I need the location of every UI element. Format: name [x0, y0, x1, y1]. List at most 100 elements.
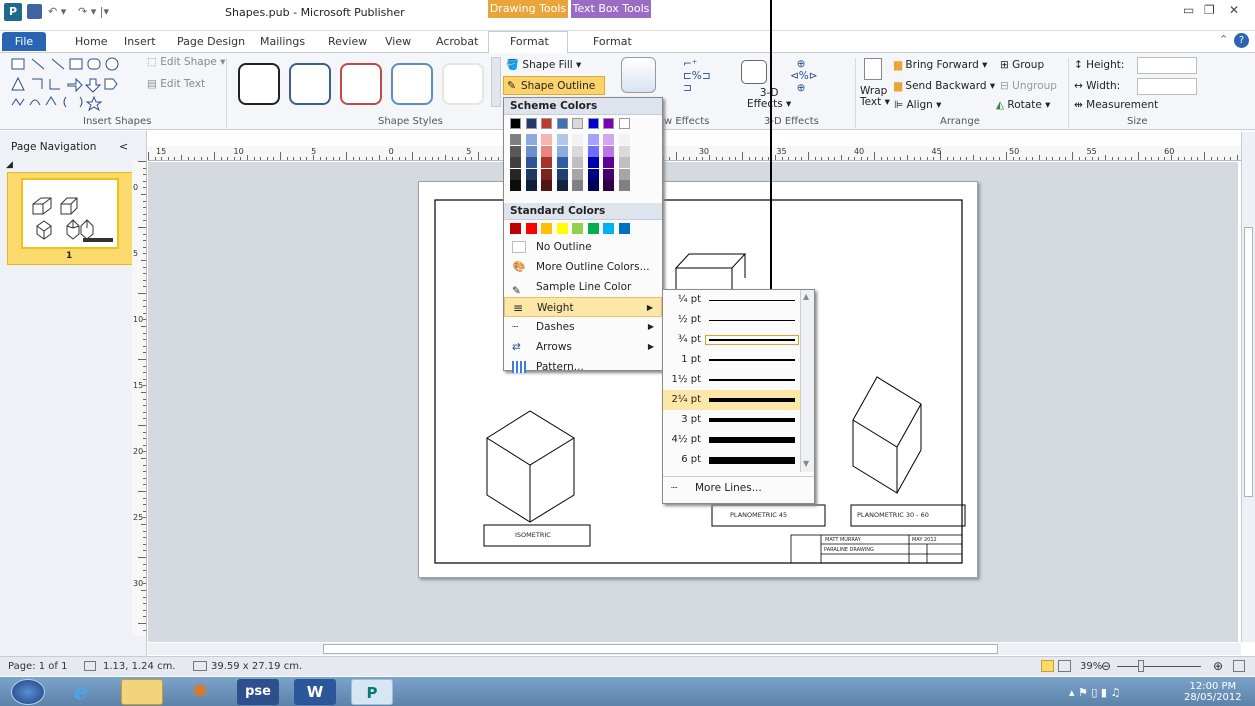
scroll-down-icon[interactable]: ▼ [803, 459, 809, 468]
weight-option[interactable]: 1 pt [663, 350, 800, 370]
dashes-icon: ┈ [512, 321, 519, 333]
media-player-icon[interactable]: ◉ [179, 679, 221, 705]
weight-option[interactable]: 2¼ pt [663, 390, 800, 410]
scheme-color-shade[interactable] [572, 168, 583, 180]
weight-option[interactable]: ¼ pt [663, 290, 800, 310]
scheme-color-shade[interactable] [541, 180, 552, 191]
scheme-color-shade[interactable] [587, 168, 599, 180]
status-bar: Page: 1 of 1 1.13, 1.24 cm. 39.59 x 27.1… [0, 656, 1255, 676]
pattern-item[interactable]: Pattern... [504, 357, 662, 377]
scheme-color-shade[interactable] [603, 157, 614, 168]
weight-option[interactable]: 6 pt [663, 450, 800, 470]
scheme-color-swatch[interactable] [510, 118, 521, 129]
scheme-color-shade[interactable] [572, 180, 583, 191]
vertical-scroll-thumb[interactable] [1244, 227, 1253, 497]
scheme-color-shade[interactable] [525, 180, 537, 191]
scheme-color-swatch[interactable] [556, 118, 568, 129]
scheme-color-shade[interactable] [618, 168, 630, 180]
sample-line-color-item[interactable]: ✎ Sample Line Color [504, 277, 662, 297]
scheme-color-shade[interactable] [603, 180, 614, 191]
scheme-color-shade[interactable] [510, 145, 521, 157]
scroll-up-icon[interactable]: ▲ [803, 292, 809, 301]
scheme-color-shade[interactable] [572, 145, 583, 157]
scheme-color-shade[interactable] [541, 168, 552, 180]
scheme-color-swatch[interactable] [618, 118, 630, 129]
scheme-color-shade[interactable] [556, 134, 568, 145]
scheme-color-shade[interactable] [587, 134, 599, 145]
standard-color-swatch[interactable] [618, 223, 630, 234]
standard-color-swatch[interactable] [572, 223, 583, 234]
scheme-color-swatch[interactable] [541, 118, 552, 129]
no-outline-item[interactable]: No Outline [504, 237, 662, 257]
dashes-item[interactable]: ┈ Dashes ▶ [504, 317, 662, 337]
scheme-color-shade[interactable] [510, 157, 521, 168]
standard-color-swatch[interactable] [541, 223, 552, 234]
zoom-slider-thumb[interactable] [1138, 660, 1144, 672]
scheme-color-shade[interactable] [525, 145, 537, 157]
standard-color-swatch[interactable] [587, 223, 599, 234]
standard-color-swatch[interactable] [556, 223, 568, 234]
zoom-slider[interactable] [1117, 666, 1201, 667]
scheme-color-shade[interactable] [556, 145, 568, 157]
standard-color-swatch[interactable] [525, 223, 537, 234]
scheme-color-shade[interactable] [618, 180, 630, 191]
scheme-color-shade[interactable] [572, 157, 583, 168]
scheme-color-shade[interactable] [603, 145, 614, 157]
weight-option[interactable]: 4½ pt [663, 430, 800, 450]
weight-option[interactable]: ½ pt [663, 310, 800, 330]
tray-icons[interactable]: ▴ ⚑ ▯ ▮ ♫ [1069, 686, 1120, 699]
scheme-color-shade[interactable] [525, 157, 537, 168]
scheme-color-shade[interactable] [587, 180, 599, 191]
scheme-color-swatch[interactable] [603, 118, 614, 129]
scheme-color-shade[interactable] [510, 168, 521, 180]
scheme-color-swatch[interactable] [587, 118, 599, 129]
file-explorer-icon[interactable] [121, 679, 163, 705]
internet-explorer-icon[interactable]: e [60, 679, 102, 705]
weight-option[interactable]: 3 pt [663, 410, 800, 430]
word-icon[interactable]: W [294, 679, 336, 705]
fit-page-icon[interactable] [1233, 660, 1245, 672]
scheme-color-shade[interactable] [541, 157, 552, 168]
standard-color-swatch[interactable] [510, 223, 521, 234]
scheme-color-shade[interactable] [541, 134, 552, 145]
scheme-color-swatch[interactable] [525, 118, 537, 129]
weight-option-line [709, 456, 795, 464]
more-lines-item[interactable]: ┈ More Lines... [663, 478, 814, 498]
zoom-in-icon[interactable]: ⊕ [1213, 659, 1223, 673]
arrows-item[interactable]: ⇄ Arrows ▶ [504, 337, 662, 357]
clock[interactable]: 12:00 PM 28/05/2012 [1184, 681, 1242, 703]
scheme-color-shade[interactable] [525, 134, 537, 145]
scheme-color-shade[interactable] [587, 145, 599, 157]
horizontal-scrollbar[interactable] [148, 643, 1241, 655]
scheme-color-shade[interactable] [556, 168, 568, 180]
scheme-color-shade[interactable] [525, 168, 537, 180]
scheme-color-shade[interactable] [618, 145, 630, 157]
scheme-color-shade[interactable] [510, 134, 521, 145]
scheme-color-shade[interactable] [618, 157, 630, 168]
vertical-scrollbar[interactable] [1241, 132, 1255, 642]
scheme-color-shade[interactable] [572, 134, 583, 145]
page-status[interactable]: Page: 1 of 1 [8, 661, 67, 672]
scheme-color-shade[interactable] [587, 157, 599, 168]
scheme-color-shade[interactable] [556, 180, 568, 191]
scheme-color-shade[interactable] [541, 145, 552, 157]
scheme-color-shade[interactable] [556, 157, 568, 168]
more-outline-colors-item[interactable]: 🎨 More Outline Colors... [504, 257, 662, 277]
scheme-color-swatch[interactable] [572, 118, 583, 129]
weight-submenu-scrollbar[interactable]: ▲ ▼ [800, 290, 814, 472]
scheme-color-shade[interactable] [603, 168, 614, 180]
weight-option[interactable]: ¾ pt [663, 330, 800, 350]
publisher-taskbar-icon[interactable]: P [351, 679, 393, 705]
scheme-color-shade[interactable] [618, 134, 630, 145]
scheme-color-shade[interactable] [603, 134, 614, 145]
weight-item[interactable]: ≡ Weight ▶ [504, 297, 662, 317]
single-page-view-icon[interactable] [1041, 660, 1054, 672]
two-page-view-icon[interactable] [1058, 660, 1071, 672]
horizontal-scroll-thumb[interactable] [323, 644, 998, 654]
photoshop-elements-icon[interactable]: pse [237, 679, 279, 705]
scheme-color-shade[interactable] [510, 180, 521, 191]
start-button[interactable] [11, 679, 45, 705]
zoom-out-icon[interactable]: ⊖ [1101, 659, 1111, 673]
weight-option[interactable]: 1½ pt [663, 370, 800, 390]
standard-color-swatch[interactable] [603, 223, 614, 234]
